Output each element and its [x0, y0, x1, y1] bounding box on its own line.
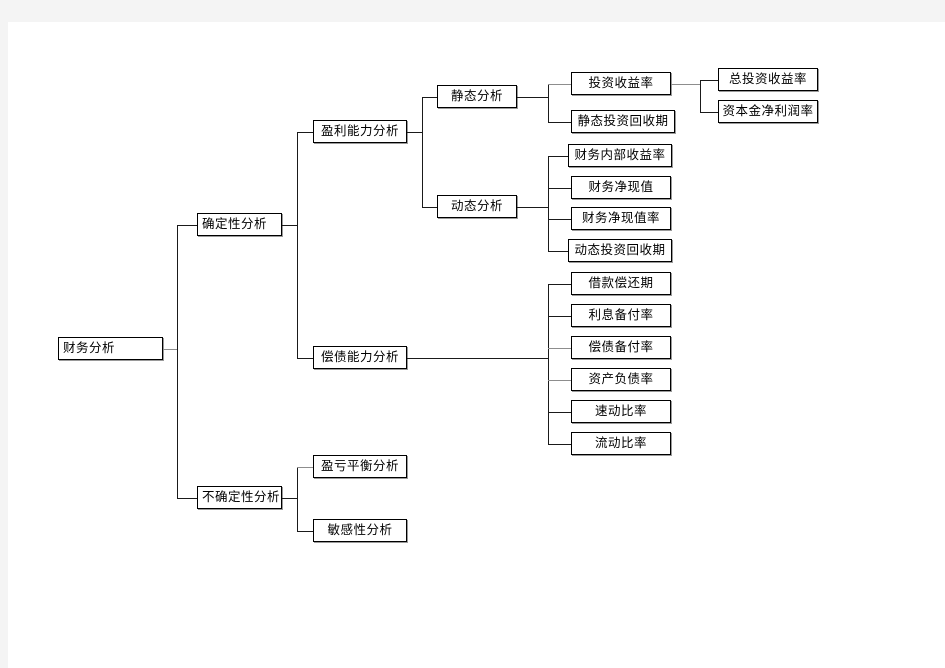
node-dynamic-child-1[interactable]: 财务净现值 [571, 176, 671, 199]
connector-dynamic-stub [517, 206, 548, 208]
node-level2-2-label: 盈亏平衡分析 [320, 458, 399, 474]
connector-uncertainty-stub [282, 497, 297, 499]
connector-roi-stub [671, 83, 700, 85]
node-dynamic-child-0-label: 财务内部收益率 [574, 147, 666, 163]
node-level3-1-label: 动态分析 [450, 198, 503, 214]
node-solvency-child-4[interactable]: 速动比率 [571, 400, 671, 423]
node-level1-0[interactable]: 确定性分析 [197, 213, 282, 236]
node-roi-child-0[interactable]: 总投资收益率 [718, 68, 818, 91]
node-solvency-child-5[interactable]: 流动比率 [571, 432, 671, 455]
connector-to-dynamic [422, 206, 437, 208]
connector-to-roi-child-0 [700, 79, 718, 81]
node-level1-0-label: 确定性分析 [202, 216, 268, 232]
node-solvency-child-1[interactable]: 利息备付率 [571, 304, 671, 327]
connector-to-level1-1 [177, 497, 197, 499]
connector-to-dynamic-child-3 [548, 250, 568, 252]
node-solvency-child-5-label: 流动比率 [594, 435, 647, 451]
node-solvency-child-0-label: 借款偿还期 [588, 275, 654, 291]
diagram-canvas: 财务分析 确定性分析不确定性分析 盈利能力分析 偿债能力分析 盈亏平衡分析 敏感性分析 静态… [8, 22, 945, 668]
node-level3-0[interactable]: 静态分析 [437, 85, 517, 108]
node-level3-0-label: 静态分析 [450, 88, 503, 104]
node-static-child-0-label: 投资收益率 [588, 75, 654, 91]
connector-to-solvency [297, 357, 313, 359]
node-level2-2[interactable]: 盈亏平衡分析 [313, 455, 407, 478]
node-root[interactable]: 财务分析 [58, 337, 163, 360]
connector-profitability-stub [407, 131, 422, 133]
node-dynamic-child-2[interactable]: 财务净现值率 [571, 207, 671, 230]
node-dynamic-child-3[interactable]: 动态投资回收期 [568, 239, 672, 262]
connector-to-static-child-0 [548, 83, 571, 85]
node-solvency-child-3[interactable]: 资产负债率 [571, 368, 671, 391]
connector-roi-branch [700, 79, 701, 112]
connector-to-static [422, 96, 437, 98]
connector-to-breakeven [297, 466, 313, 468]
connector-profitability-branch [422, 96, 423, 207]
connector-to-sensitivity [297, 530, 313, 532]
node-level2-0[interactable]: 盈利能力分析 [313, 120, 407, 143]
node-level1-1-label: 不确定性分析 [202, 489, 281, 505]
node-roi-child-1-label: 资本金净利润率 [722, 103, 814, 119]
node-roi-child-1[interactable]: 资本金净利润率 [718, 100, 818, 123]
connector-solvency-stub [407, 357, 548, 359]
connector-to-solvency-child-3 [548, 379, 571, 381]
node-solvency-child-0[interactable]: 借款偿还期 [571, 272, 671, 295]
node-static-child-0[interactable]: 投资收益率 [571, 72, 671, 95]
node-static-child-1-label: 静态投资回收期 [577, 113, 669, 129]
connector-uncertainty-branch [297, 466, 298, 531]
connector-to-solvency-child-4 [548, 411, 571, 413]
connector-root-stub [163, 348, 177, 350]
node-level1-1[interactable]: 不确定性分析 [197, 486, 282, 509]
connector-to-dynamic-child-0 [548, 155, 568, 157]
connector-to-dynamic-child-1 [548, 187, 571, 189]
connector-solvency-branch [548, 283, 549, 444]
node-level2-3[interactable]: 敏感性分析 [313, 519, 407, 542]
connector-to-solvency-child-5 [548, 443, 571, 445]
node-dynamic-child-0[interactable]: 财务内部收益率 [568, 144, 672, 167]
connector-certainty-branch [297, 131, 298, 358]
connector-to-roi-child-1 [700, 111, 718, 113]
node-level2-1-label: 偿债能力分析 [320, 349, 399, 365]
connector-dynamic-branch [548, 155, 549, 251]
node-static-child-1[interactable]: 静态投资回收期 [571, 110, 675, 133]
node-dynamic-child-2-label: 财务净现值率 [581, 210, 660, 226]
connector-to-static-child-1 [548, 121, 571, 123]
connector-static-stub [517, 96, 548, 98]
connector-to-solvency-child-0 [548, 283, 571, 285]
node-root-label: 财务分析 [63, 340, 116, 356]
node-roi-child-0-label: 总投资收益率 [728, 71, 807, 87]
node-solvency-child-3-label: 资产负债率 [588, 371, 654, 387]
connector-to-level1-0 [177, 224, 197, 226]
connector-to-profitability [297, 131, 313, 133]
node-solvency-child-2-label: 偿债备付率 [588, 339, 654, 355]
node-level2-0-label: 盈利能力分析 [320, 123, 399, 139]
connector-to-solvency-child-1 [548, 315, 571, 317]
node-dynamic-child-3-label: 动态投资回收期 [574, 242, 666, 258]
connector-certainty-stub [282, 224, 297, 226]
node-solvency-child-4-label: 速动比率 [594, 403, 647, 419]
node-level2-3-label: 敏感性分析 [327, 522, 393, 538]
connector-to-solvency-child-2 [548, 347, 571, 349]
node-solvency-child-1-label: 利息备付率 [588, 307, 654, 323]
connector-root-trunk [177, 224, 178, 498]
node-dynamic-child-1-label: 财务净现值 [588, 179, 654, 195]
connector-static-branch [548, 83, 549, 122]
node-level3-1[interactable]: 动态分析 [437, 195, 517, 218]
node-level2-1[interactable]: 偿债能力分析 [313, 346, 407, 369]
connector-to-dynamic-child-2 [548, 218, 571, 220]
node-solvency-child-2[interactable]: 偿债备付率 [571, 336, 671, 359]
